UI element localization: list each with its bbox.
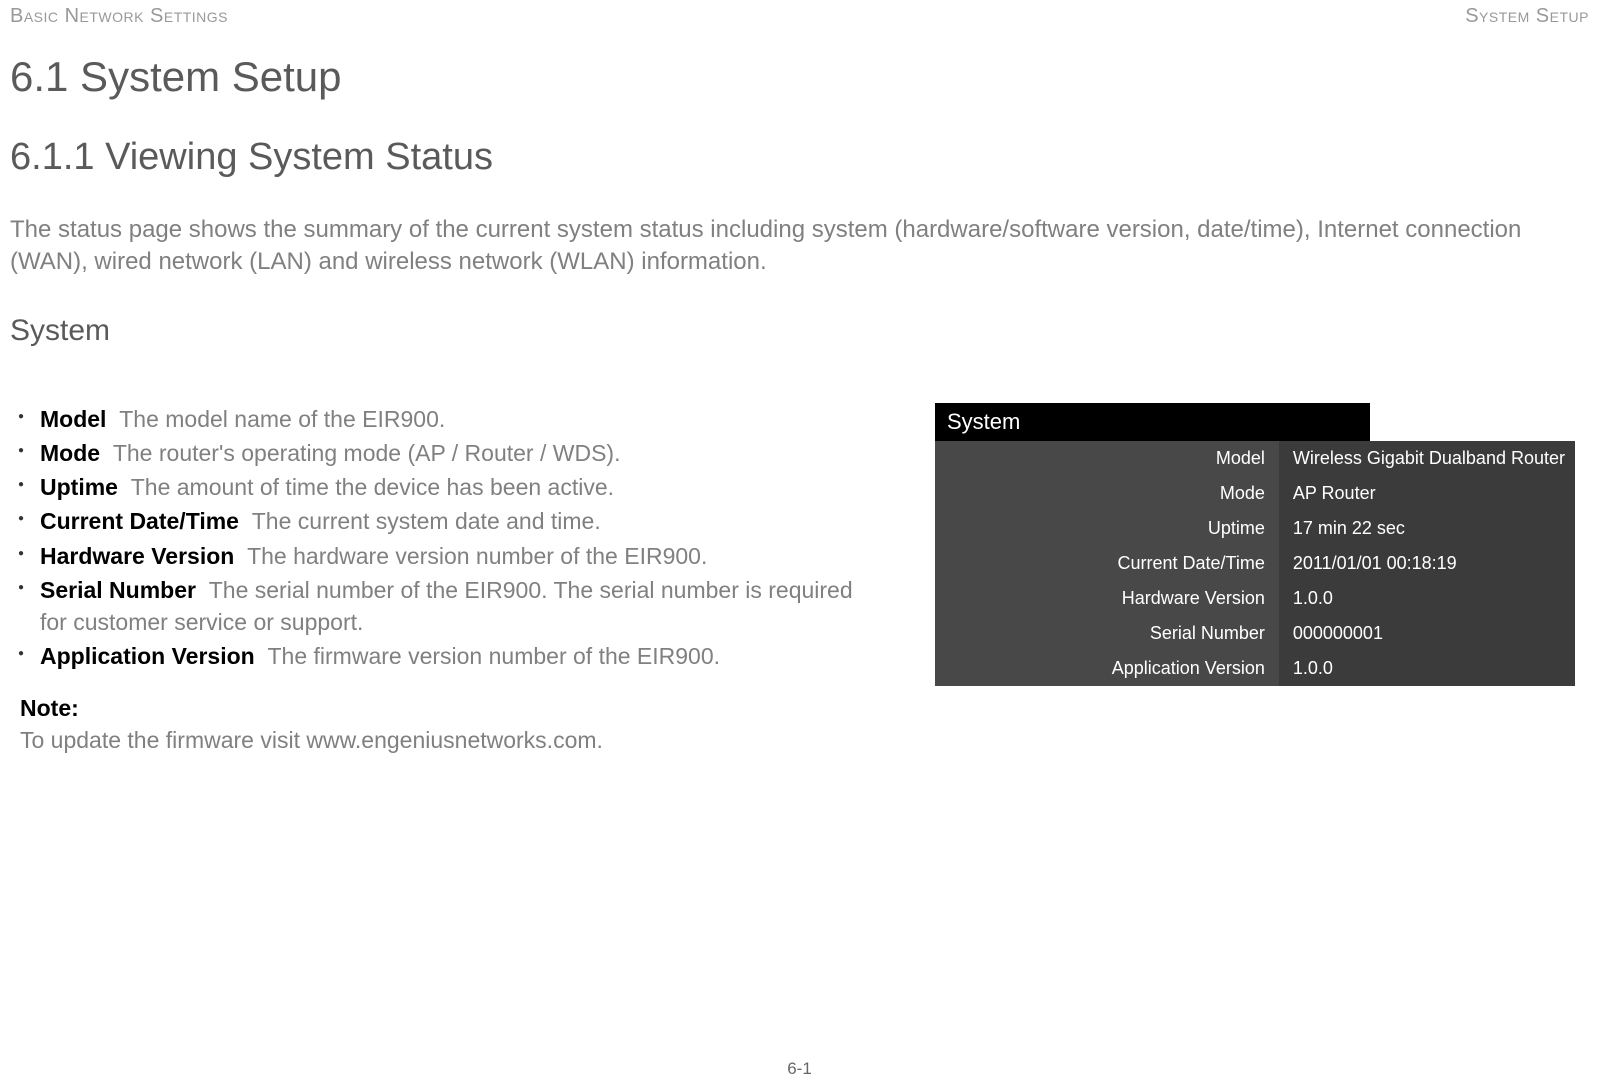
table-row: Mode AP Router	[935, 476, 1575, 511]
table-row: Current Date/Time 2011/01/01 00:18:19	[935, 546, 1575, 581]
left-column: Model The model name of the EIR900. Mode…	[10, 403, 885, 757]
subsection-heading: 6.1.1 Viewing System Status	[10, 136, 1589, 179]
section-heading: 6.1 System Setup	[10, 53, 1589, 101]
row-value: 1.0.0	[1279, 581, 1575, 616]
page-number: 6-1	[787, 1059, 812, 1079]
table-row: Hardware Version 1.0.0	[935, 581, 1575, 616]
row-value: 000000001	[1279, 616, 1575, 651]
row-label: Serial Number	[935, 616, 1279, 651]
table-row: Serial Number 000000001	[935, 616, 1575, 651]
right-column: System Model Wireless Gigabit Dualband R…	[935, 403, 1575, 757]
term: Mode	[40, 440, 100, 466]
row-label: Mode	[935, 476, 1279, 511]
field-description-list: Model The model name of the EIR900. Mode…	[10, 403, 885, 673]
list-item: Application Version The firmware version…	[10, 640, 885, 672]
system-info-table: Model Wireless Gigabit Dualband Router M…	[935, 441, 1575, 686]
term-desc: The hardware version number of the EIR90…	[247, 543, 707, 569]
note-text: To update the firmware visit www.engeniu…	[20, 724, 885, 756]
header-right: System Setup	[1465, 5, 1589, 28]
term: Hardware Version	[40, 543, 234, 569]
note-label: Note:	[20, 692, 885, 724]
panel-title: System	[935, 403, 1370, 441]
list-item: Current Date/Time The current system dat…	[10, 505, 885, 537]
term-desc: The amount of time the device has been a…	[131, 474, 614, 500]
row-label: Current Date/Time	[935, 546, 1279, 581]
term: Current Date/Time	[40, 508, 239, 534]
row-label: Hardware Version	[935, 581, 1279, 616]
list-item: Serial Number The serial number of the E…	[10, 574, 885, 638]
note-block: Note: To update the firmware visit www.e…	[10, 692, 885, 756]
row-value: 17 min 22 sec	[1279, 511, 1575, 546]
term: Uptime	[40, 474, 118, 500]
table-row: Uptime 17 min 22 sec	[935, 511, 1575, 546]
row-value: 1.0.0	[1279, 651, 1575, 686]
table-row: Model Wireless Gigabit Dualband Router	[935, 441, 1575, 476]
term-desc: The current system date and time.	[252, 508, 601, 534]
row-label: Model	[935, 441, 1279, 476]
term: Application Version	[40, 643, 255, 669]
term: Model	[40, 406, 106, 432]
row-label: Application Version	[935, 651, 1279, 686]
list-item: Model The model name of the EIR900.	[10, 403, 885, 435]
system-panel: System Model Wireless Gigabit Dualband R…	[935, 403, 1575, 686]
row-label: Uptime	[935, 511, 1279, 546]
list-item: Hardware Version The hardware version nu…	[10, 540, 885, 572]
table-row: Application Version 1.0.0	[935, 651, 1575, 686]
row-value: AP Router	[1279, 476, 1575, 511]
system-subheading: System	[10, 314, 1589, 348]
term-desc: The firmware version number of the EIR90…	[268, 643, 721, 669]
row-value: 2011/01/01 00:18:19	[1279, 546, 1575, 581]
term: Serial Number	[40, 577, 196, 603]
header-left: Basic Network Settings	[10, 5, 228, 28]
intro-paragraph: The status page shows the summary of the…	[10, 214, 1589, 279]
term-desc: The model name of the EIR900.	[119, 406, 445, 432]
term-desc: The router's operating mode (AP / Router…	[113, 440, 621, 466]
row-value: Wireless Gigabit Dualband Router	[1279, 441, 1575, 476]
list-item: Uptime The amount of time the device has…	[10, 471, 885, 503]
list-item: Mode The router's operating mode (AP / R…	[10, 437, 885, 469]
